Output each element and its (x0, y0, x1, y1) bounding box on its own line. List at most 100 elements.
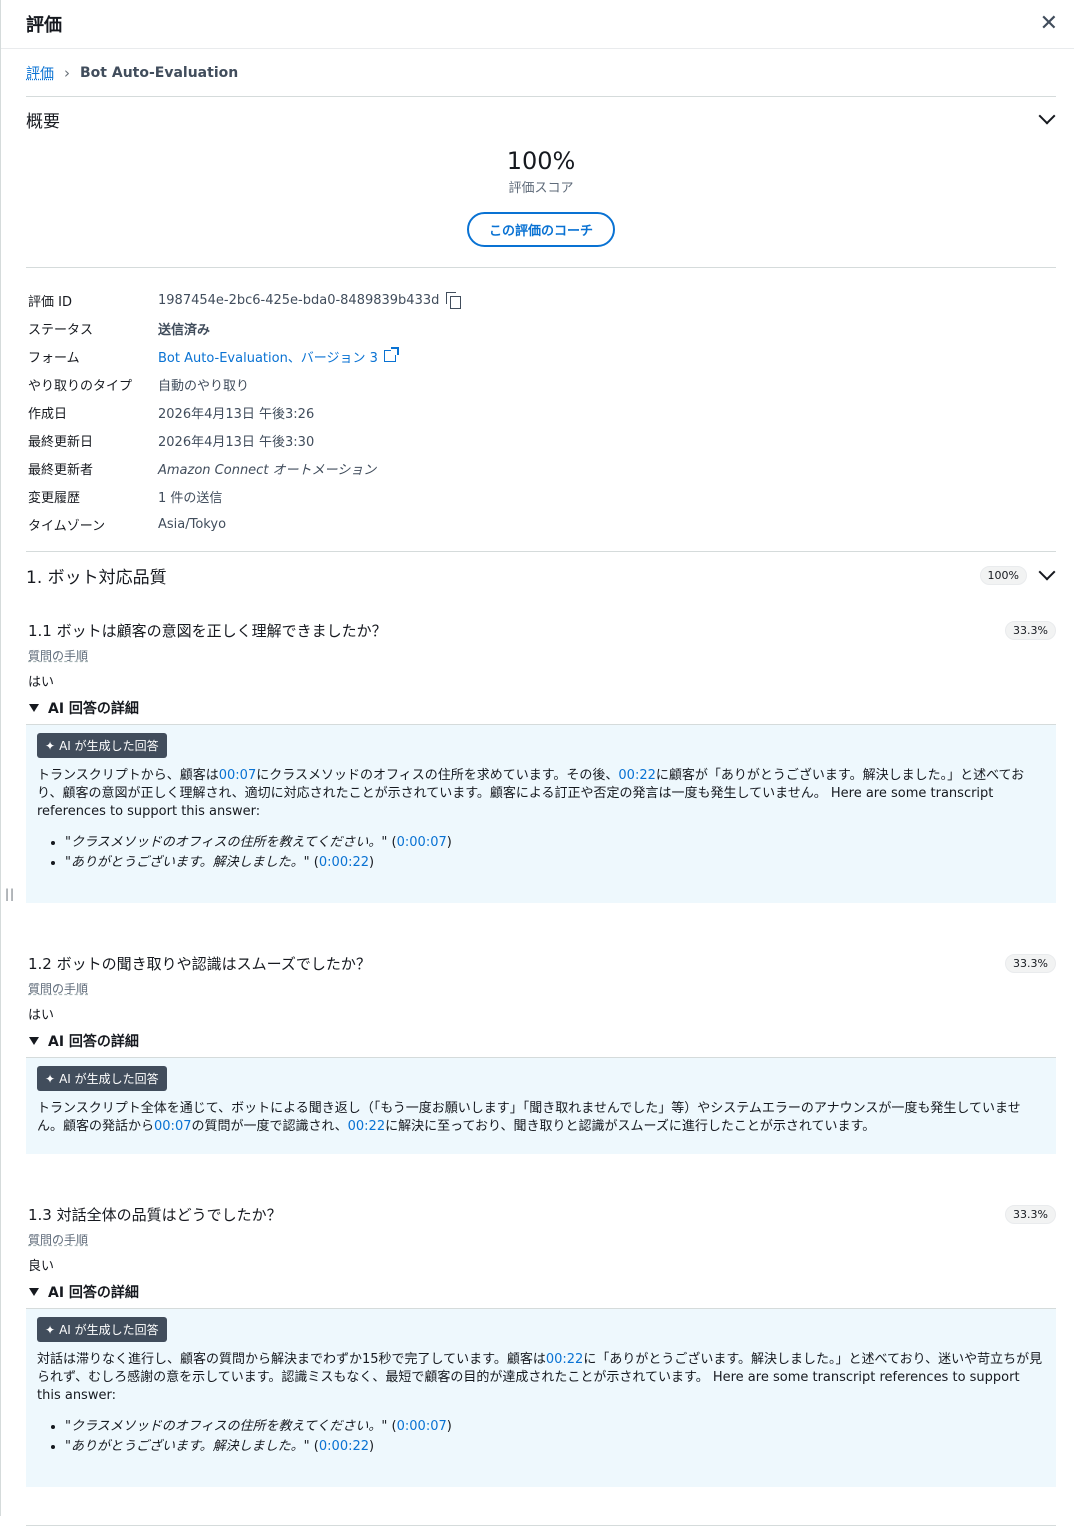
timestamp-link[interactable]: 00:22 (618, 768, 655, 783)
caret-down-icon (29, 1288, 39, 1296)
reference-quote: "ありがとうございます。解決しました。" (65, 1439, 310, 1454)
question-title: 1.1 ボットは顧客の意図を正しく理解できましたか？ (28, 622, 387, 640)
ai-generated-badge: ✦ AI が生成した回答 (37, 1317, 167, 1342)
question-score-badge: 33.3% (1005, 621, 1056, 640)
close-icon[interactable]: ✕ (1040, 13, 1058, 35)
overview-header[interactable]: 概要 (26, 97, 1056, 141)
reference-quote: "クラスメソッドのオフィスの住所を教えてください。" (65, 1419, 388, 1434)
evaluation-score-label: 評価スコア (508, 181, 574, 196)
section-header[interactable]: 1. ボット対応品質 100% (26, 552, 1056, 598)
question-score-badge: 33.3% (1005, 1205, 1056, 1224)
list-item: "クラスメソッドのオフィスの住所を教えてください。" (0:00:07) (65, 1417, 1046, 1437)
section-score-badge: 100% (979, 565, 1027, 585)
form-link[interactable]: Bot Auto-Evaluation、バージョン 3 (158, 347, 399, 366)
chevron-down-icon[interactable] (1038, 563, 1056, 581)
list-item: "ありがとうございます。解決しました。" (0:00:22) (65, 1437, 1046, 1457)
question-1-1: 1.1 ボットは顧客の意図を正しく理解できましたか？ 33.3% 質問の手順 は… (26, 620, 1056, 903)
question-steps-link[interactable]: 質問の手順 (26, 980, 1056, 997)
evaluation-details: 評価 ID 1987454e-2bc6-425e-bda0-8489839b43… (26, 268, 1056, 552)
question-1-3: 1.3 対話全体の品質はどうでしたか？ 33.3% 質問の手順 良い AI 回答… (26, 1204, 1056, 1487)
text-segment: の質問が一度で認識され、 (191, 1119, 348, 1134)
section-title: 1. ボット対応品質 (26, 567, 167, 588)
ai-details-toggle[interactable]: AI 回答の詳細 (26, 1031, 1056, 1058)
detail-key: ステータス (28, 322, 94, 338)
question-answer: はい (28, 675, 55, 690)
ai-details-heading: AI 回答の詳細 (48, 1034, 139, 1050)
ai-answer-text: トランスクリプトから、顧客は00:07にクラスメソッドのオフィスの住所を求めてい… (37, 767, 1046, 821)
panel-left-border (0, 0, 1, 1516)
timestamp-link[interactable]: 0:00:07 (397, 1419, 447, 1434)
text-segment: にクラスメソッドのオフィスの住所を求めています。その後、 (256, 768, 619, 783)
ai-answer-box: ✦ AI が生成した回答 トランスクリプトから、顧客は00:07にクラスメソッドの… (26, 725, 1056, 903)
sparkle-icon: ✦ (45, 738, 56, 753)
timestamp-link[interactable]: 00:07 (219, 768, 256, 783)
timestamp-link[interactable]: 00:22 (546, 1352, 583, 1367)
ai-answer-box: ✦ AI が生成した回答 対話は滞りなく進行し、顧客の質問から解決までわずか15秒… (26, 1309, 1056, 1487)
form-link-text[interactable]: Bot Auto-Evaluation、バージョン 3 (158, 347, 378, 366)
timestamp-link[interactable]: 0:00:22 (319, 855, 369, 870)
transcript-references: "クラスメソッドのオフィスの住所を教えてください。" (0:00:07) "あり… (37, 1417, 1046, 1457)
timestamp-link[interactable]: 0:00:07 (397, 835, 447, 850)
ai-generated-label: AI が生成した回答 (59, 739, 159, 753)
updated-value: 2026年4月13日 午後3:30 (158, 434, 315, 450)
reference-quote: "クラスメソッドのオフィスの住所を教えてください。" (65, 835, 388, 850)
chevron-down-icon[interactable] (1038, 107, 1056, 125)
detail-key: 最終更新者 (28, 462, 94, 478)
detail-key: 作成日 (28, 406, 68, 422)
panel-title: 評価 (26, 15, 62, 36)
copy-icon[interactable] (446, 292, 462, 309)
question-steps-link[interactable]: 質問の手順 (26, 647, 1056, 664)
breadcrumb-current: Bot Auto-Evaluation (80, 64, 239, 81)
reference-quote: "ありがとうございます。解決しました。" (65, 855, 310, 870)
caret-down-icon (29, 704, 39, 712)
ai-generated-label: AI が生成した回答 (59, 1323, 159, 1337)
question-answer: はい (28, 1008, 55, 1023)
resize-handle[interactable]: || (5, 887, 15, 901)
detail-row-updated: 最終更新日 2026年4月13日 午後3:30 (28, 426, 1056, 454)
coach-evaluation-button[interactable]: この評価のコーチ (466, 212, 615, 247)
section-bot-quality: 1. ボット対応品質 100% 1.1 ボットは顧客の意図を正しく理解できました… (26, 552, 1056, 1526)
chevron-right-icon: › (64, 63, 70, 82)
created-value: 2026年4月13日 午後3:26 (158, 406, 315, 422)
detail-key: 変更履歴 (28, 490, 81, 506)
detail-row-timezone: タイムゾーン Asia/Tokyo (28, 510, 1056, 538)
ai-details-toggle[interactable]: AI 回答の詳細 (26, 698, 1056, 725)
question-steps-link[interactable]: 質問の手順 (26, 1231, 1056, 1248)
panel-content: 評価 › Bot Auto-Evaluation 概要 100% 評価スコア こ… (0, 49, 1074, 1526)
question-score-badge: 33.3% (1005, 954, 1056, 973)
timestamp-link[interactable]: 0:00:22 (319, 1439, 369, 1454)
ai-generated-label: AI が生成した回答 (59, 1072, 159, 1086)
ai-details-heading: AI 回答の詳細 (48, 1285, 139, 1301)
overview-heading: 概要 (26, 111, 60, 132)
external-link-icon[interactable] (383, 347, 399, 362)
sparkle-icon: ✦ (45, 1071, 56, 1086)
timestamp-link[interactable]: 00:22 (348, 1119, 385, 1134)
list-item: "ありがとうございます。解決しました。" (0:00:22) (65, 853, 1046, 873)
question-header: 1.2 ボットの聞き取りや認識はスムーズでしたか？ 33.3% (26, 953, 1056, 974)
detail-row-form: フォーム Bot Auto-Evaluation、バージョン 3 (28, 342, 1056, 370)
detail-row-updated-by: 最終更新者 Amazon Connect オートメーション (28, 454, 1056, 482)
ai-details-toggle[interactable]: AI 回答の詳細 (26, 1282, 1056, 1309)
ai-answer-box: ✦ AI が生成した回答 トランスクリプト全体を通じて、ボットによる聞き返し（「も… (26, 1058, 1056, 1154)
timestamp-link[interactable]: 00:07 (154, 1119, 191, 1134)
question-answer: 良い (28, 1259, 55, 1274)
breadcrumb: 評価 › Bot Auto-Evaluation (26, 49, 1056, 97)
ai-generated-badge: ✦ AI が生成した回答 (37, 733, 167, 758)
breadcrumb-root-link[interactable]: 評価 (26, 63, 54, 83)
text-segment: トランスクリプトから、顧客は (37, 768, 219, 783)
text-segment: 対話は滞りなく進行し、顧客の質問から解決までわずか15秒で完了しています。顧客は (37, 1352, 546, 1367)
history-value: 1 件の送信 (158, 490, 223, 506)
ai-generated-badge: ✦ AI が生成した回答 (37, 1066, 167, 1091)
detail-key: タイムゾーン (28, 518, 106, 534)
detail-key: フォーム (28, 350, 80, 366)
detail-key: 最終更新日 (28, 434, 94, 450)
detail-row-eval-id: 評価 ID 1987454e-2bc6-425e-bda0-8489839b43… (28, 286, 1056, 314)
sparkle-icon: ✦ (45, 1322, 56, 1337)
timezone-value: Asia/Tokyo (158, 516, 227, 532)
question-title: 1.3 対話全体の品質はどうでしたか？ (28, 1206, 282, 1224)
text-segment: に解決に至っており、聞き取りと認識がスムーズに進行したことが示されています。 (385, 1119, 876, 1134)
panel-header: 評価 ✕ (0, 0, 1074, 49)
detail-row-history: 変更履歴 1 件の送信 (28, 482, 1056, 510)
detail-row-type: やり取りのタイプ 自動のやり取り (28, 370, 1056, 398)
caret-down-icon (29, 1037, 39, 1045)
